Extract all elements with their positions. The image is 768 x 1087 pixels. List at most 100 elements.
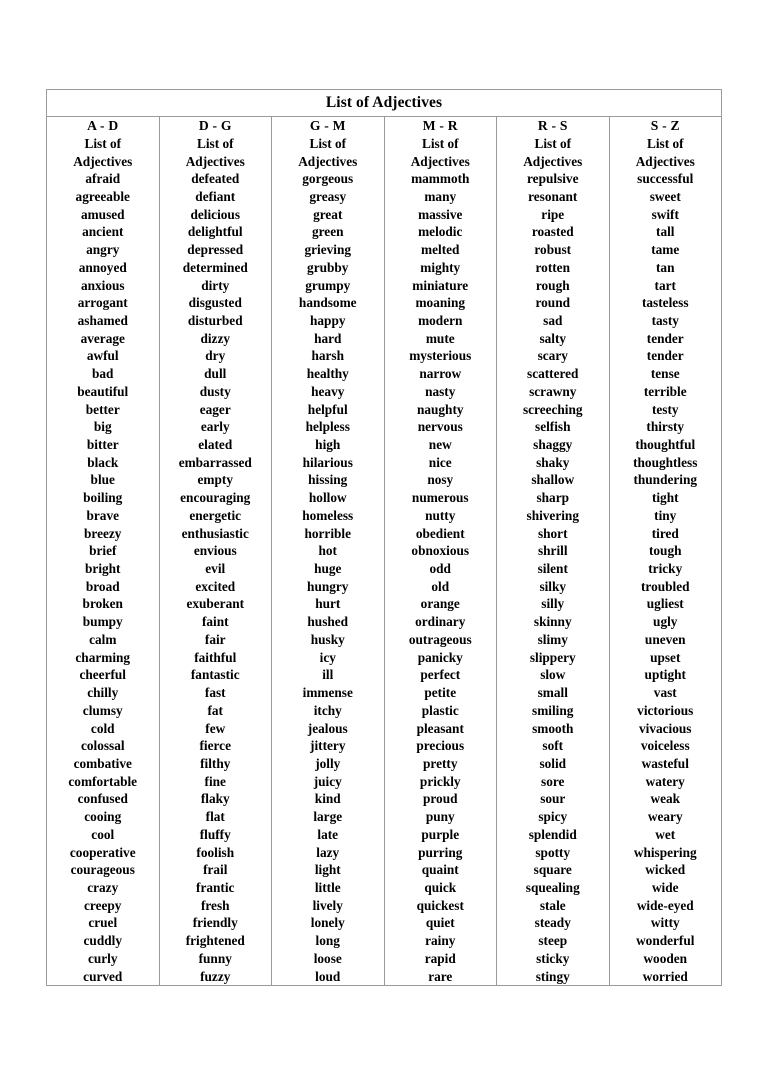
word-item: hollow (308, 490, 347, 506)
word-item: embarrassed (178, 454, 252, 470)
table-body: List of Adjectives A - D List of Adjectiv… (46, 89, 722, 987)
word-item: shaky (536, 454, 570, 470)
word-item: sad (543, 312, 563, 328)
word-item: curly (87, 950, 118, 966)
word-item: dirty (201, 277, 230, 293)
word-item: excited (195, 578, 236, 594)
word-item: icy (319, 649, 336, 665)
word-item: grubby (307, 259, 349, 275)
word-item: victorious (637, 702, 694, 718)
word-item: high (315, 437, 341, 453)
word-item: nervous (417, 419, 463, 435)
word-item: lively (312, 897, 343, 913)
word-item: grieving (304, 242, 352, 258)
word-item: watery (645, 773, 685, 789)
word-item: green (311, 224, 344, 240)
word-item: charming (75, 649, 131, 665)
word-item: huge (314, 561, 342, 577)
word-item: wide-eyed (636, 897, 694, 913)
word-item: cold (90, 720, 115, 736)
word-item: loose (313, 950, 342, 966)
word-item: miniature (412, 277, 469, 293)
word-item: anxious (80, 277, 125, 293)
word-list: List of Adjectives repulsive resonant ripe ro… (497, 135, 609, 986)
word-item: tall (656, 224, 675, 240)
column-cell-s-z: S - Z List of Adjectives successful sweet sw… (608, 115, 722, 987)
word-item: thoughtful (635, 437, 696, 453)
word-item: jealous (307, 720, 348, 736)
word-item: resonant (528, 188, 578, 204)
word-item: solid (539, 755, 567, 771)
word-item: lonely (310, 915, 345, 931)
word-item: Adjectives (523, 153, 583, 169)
word-item: awful (86, 348, 119, 364)
word-item: frightened (185, 933, 245, 949)
table-title-row: List of Adjectives (46, 89, 722, 117)
word-item: old (431, 578, 450, 594)
word-item: splendid (528, 826, 577, 842)
word-item: tart (654, 277, 676, 293)
word-item: worried (642, 968, 688, 984)
word-item: depressed (187, 242, 244, 258)
word-item: tame (651, 242, 680, 258)
word-item: cooing (84, 809, 122, 825)
word-item: hard (314, 330, 342, 346)
word-item: sore (541, 773, 565, 789)
word-item: uneven (644, 631, 686, 647)
word-item: annoyed (78, 259, 127, 275)
column-cell-g-m: G - M List of Adjectives gorgeous greasy gre… (271, 115, 385, 987)
word-item: heavy (311, 383, 345, 399)
column-header: R - S (537, 118, 568, 133)
word-item: flat (205, 809, 225, 825)
adjectives-table: List of Adjectives A - D List of Adjectiv… (46, 89, 722, 987)
word-item: tiny (654, 507, 677, 523)
word-item: confused (77, 791, 128, 807)
word-item: faithful (194, 649, 237, 665)
word-item: hushed (307, 614, 349, 630)
word-item: dizzy (200, 330, 231, 346)
word-item: broken (82, 596, 123, 612)
word-item: wet (655, 826, 676, 842)
word-item: slimy (537, 631, 568, 647)
word-item: witty (650, 915, 680, 931)
word-item: helpful (307, 401, 348, 417)
word-item: Adjectives (185, 153, 245, 169)
word-item: homeless (302, 507, 354, 523)
word-item: rainy (425, 933, 456, 949)
word-list: List of Adjectives gorgeous greasy great gree… (272, 135, 384, 986)
word-item: jolly (315, 755, 341, 771)
word-item: average (80, 330, 125, 346)
word-item: chilly (87, 685, 119, 701)
word-item: tense (650, 366, 680, 382)
word-item: thoughtless (633, 454, 698, 470)
word-item: late (317, 826, 339, 842)
word-item: many (424, 188, 457, 204)
word-item: loud (315, 968, 341, 984)
word-item: big (93, 419, 112, 435)
word-item: massive (418, 206, 463, 222)
word-item: hilarious (302, 454, 353, 470)
word-item: curved (83, 968, 123, 984)
word-item: nice (428, 454, 452, 470)
word-item: roasted (531, 224, 574, 240)
word-item: breezy (84, 525, 122, 541)
word-item: quick (424, 879, 457, 895)
word-item: harsh (311, 348, 344, 364)
word-item: ashamed (77, 312, 128, 328)
column-header: S - Z (650, 118, 680, 133)
word-item: bad (92, 366, 114, 382)
word-item: courageous (70, 862, 135, 878)
word-item: tricky (648, 561, 683, 577)
word-item: steady (534, 915, 571, 931)
word-item: rare (428, 968, 453, 984)
word-item: tired (651, 525, 679, 541)
word-item: quaint (421, 862, 459, 878)
word-item: determined (182, 259, 248, 275)
column-cell-d-g: D - G List of Adjectives defeated defiant de… (158, 115, 272, 987)
word-item: thirsty (646, 419, 685, 435)
word-item: handsome (298, 295, 357, 311)
word-item: sharp (536, 490, 569, 506)
word-item: shallow (531, 472, 575, 488)
word-item: purring (418, 844, 463, 860)
word-item: lazy (316, 844, 340, 860)
